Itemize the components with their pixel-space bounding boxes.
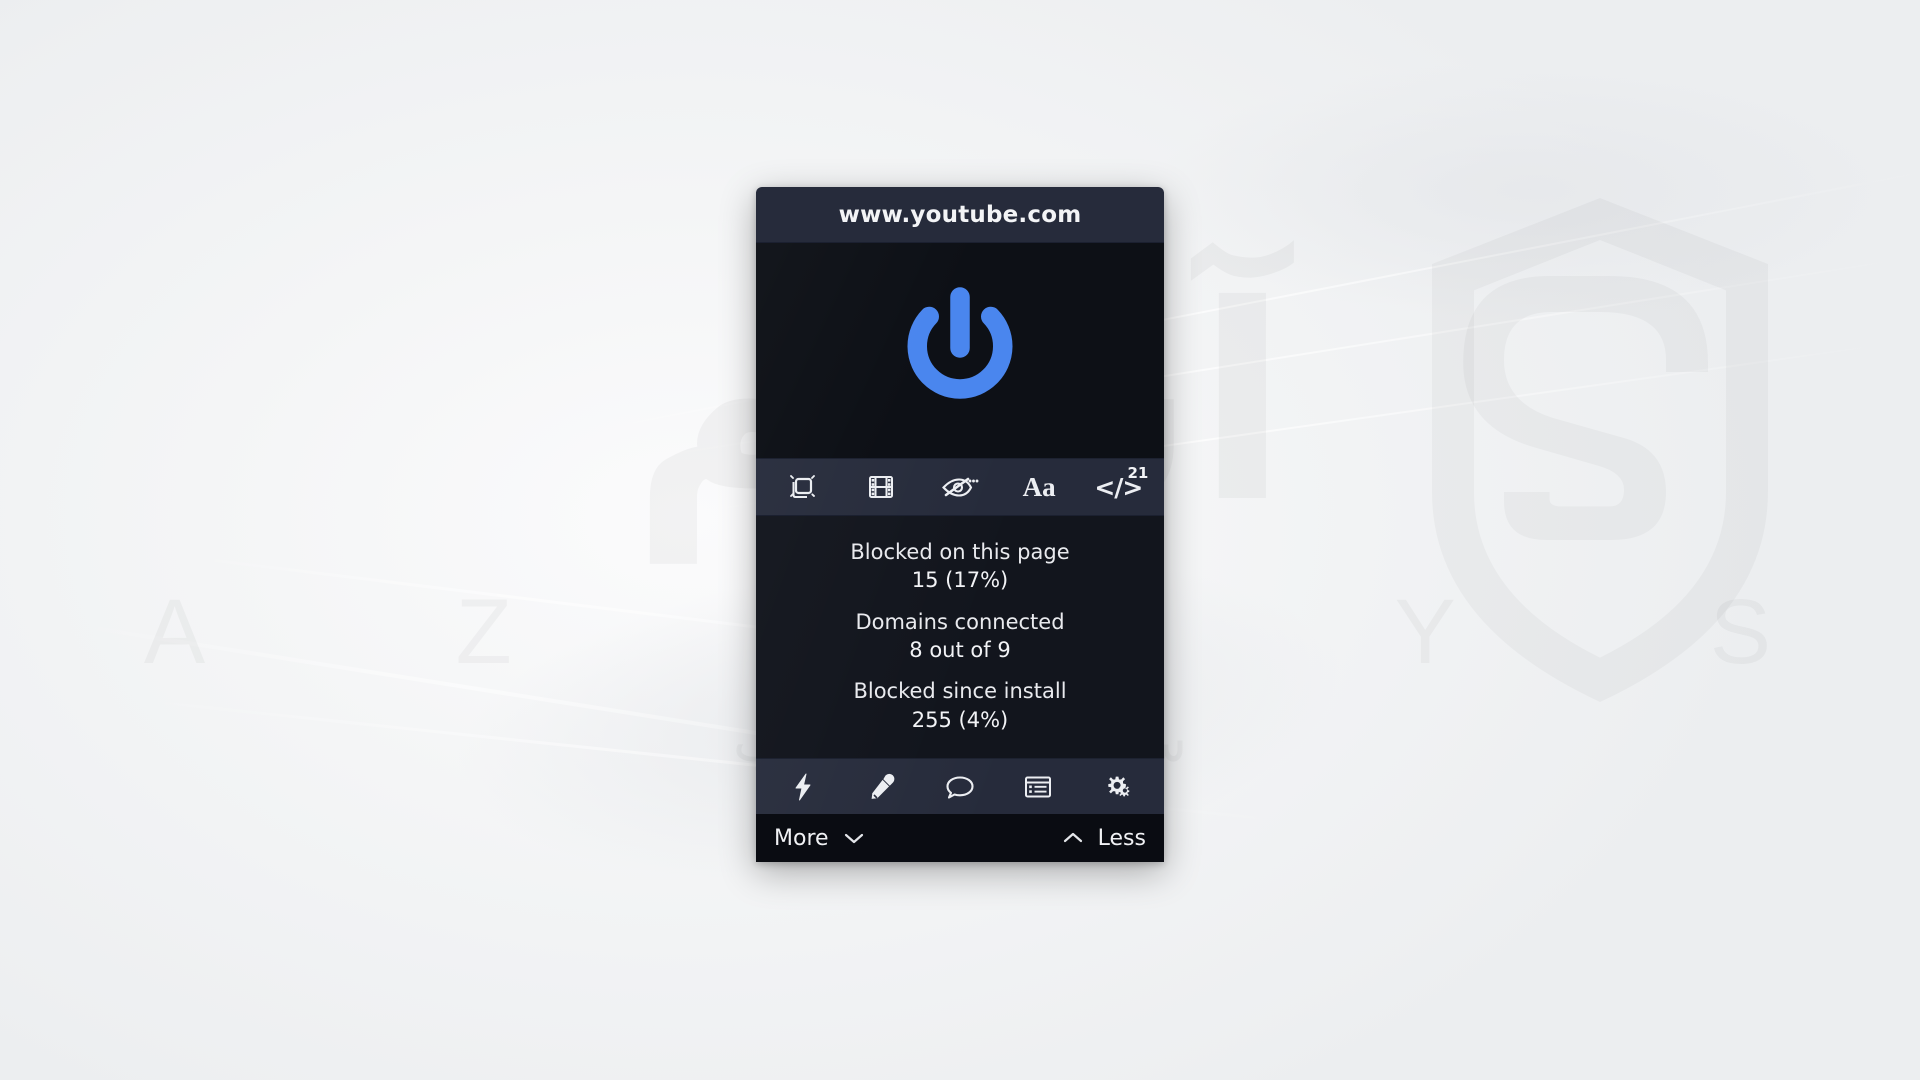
speech-bubble-icon[interactable]: [928, 764, 992, 810]
font-aa-icon[interactable]: Aa: [1007, 464, 1071, 510]
list-panel-icon[interactable]: [1006, 764, 1070, 810]
stats-section: Blocked on this page 15 (17%) Domains co…: [756, 516, 1164, 759]
shield-s-logo-icon: [1420, 190, 1780, 710]
stat-value: 255 (4%): [911, 707, 1009, 732]
ublock-popup-wrapper: www.youtube.com Aa </> 21 Blocked on thi…: [756, 187, 1164, 863]
page-backdrop: آسام A Z A R Y S سرعت میزبانی وب More Le…: [0, 0, 1920, 1080]
expand-bar: More Less: [756, 814, 1164, 863]
stat-domains-connected: Domains connected 8 out of 9: [756, 608, 1164, 665]
lightning-bolt-icon[interactable]: [771, 764, 835, 810]
more-button[interactable]: More: [774, 826, 865, 851]
stat-value: 8 out of 9: [909, 638, 1011, 663]
chevron-down-icon: [844, 833, 863, 844]
stat-label: Blocked on this page: [850, 540, 1070, 564]
javascript-blocked-badge: 21: [1127, 464, 1149, 482]
hostname-bar[interactable]: www.youtube.com: [756, 187, 1164, 243]
backdrop-highlight-2: [1150, 60, 1910, 320]
popup-blocker-icon[interactable]: [770, 464, 834, 510]
gears-icon[interactable]: [1085, 764, 1149, 810]
stat-value: 15 (17%): [911, 568, 1009, 593]
power-icon[interactable]: [885, 276, 1035, 426]
less-label: Less: [1097, 825, 1146, 851]
power-section: [756, 243, 1164, 458]
eye-slash-dots-icon[interactable]: [928, 464, 992, 510]
stat-label: Domains connected: [855, 609, 1065, 634]
eyedropper-icon[interactable]: [850, 764, 914, 810]
top-tool-row: Aa </> 21: [756, 458, 1164, 516]
chevron-up-icon: [1063, 832, 1082, 843]
stat-blocked-since-install: Blocked since install 255 (4%): [756, 677, 1164, 734]
bottom-tool-row: [756, 758, 1164, 815]
less-button[interactable]: Less: [1062, 826, 1146, 851]
stat-label: Blocked since install: [853, 679, 1067, 704]
hostname-label: www.youtube.com: [838, 201, 1082, 228]
ublock-origin-popup-panel: www.youtube.com Aa </> 21 Blocked on thi…: [756, 187, 1164, 863]
stat-blocked-on-page: Blocked on this page 15 (17%): [756, 538, 1164, 595]
more-label: More: [774, 825, 829, 851]
code-brackets-icon[interactable]: </> 21: [1086, 464, 1150, 510]
font-aa-label: Aa: [1022, 471, 1056, 502]
film-strip-icon[interactable]: [849, 464, 913, 510]
